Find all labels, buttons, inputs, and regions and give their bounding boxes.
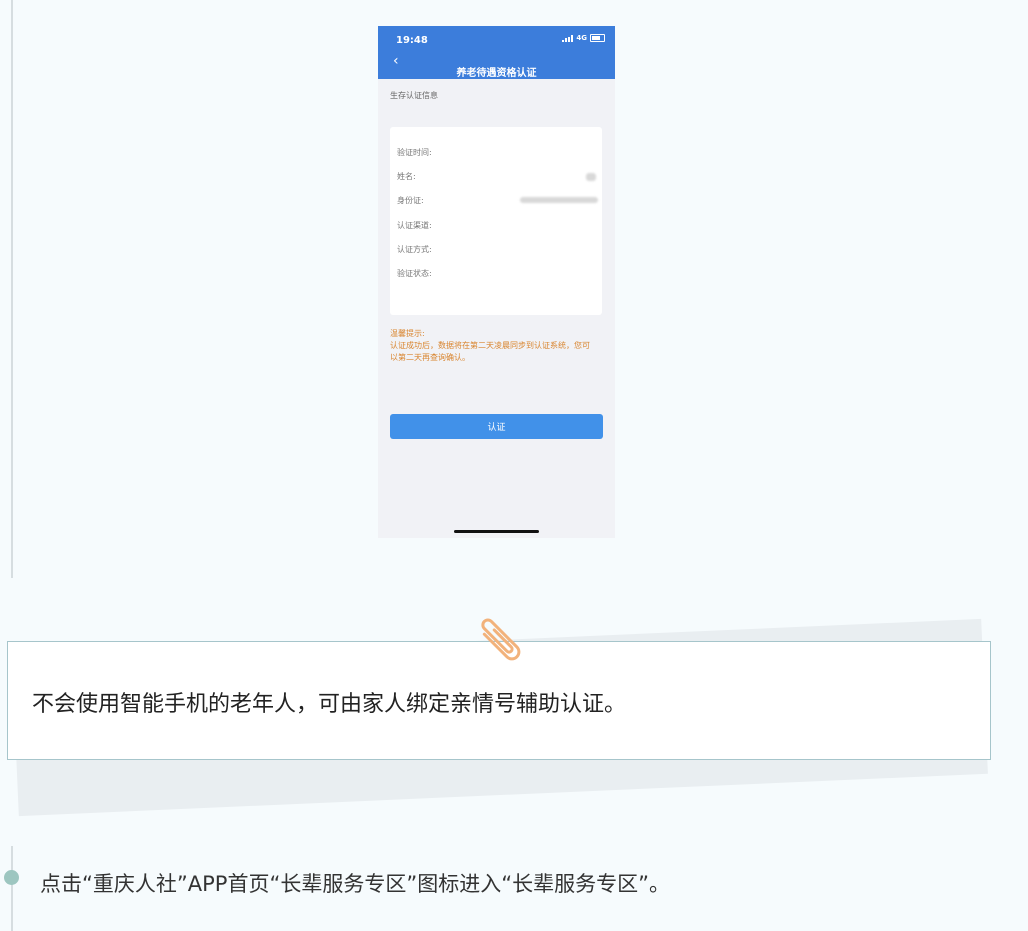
left-vertical-line — [11, 0, 13, 578]
tip-box-text: 不会使用智能手机的老年人，可由家人绑定亲情号辅助认证。 — [32, 692, 627, 717]
status-time: 19:48 — [396, 35, 428, 46]
home-indicator — [454, 530, 539, 533]
phone-screenshot: 19:48 4G ‹ 养老待遇资格认证 生存认证信息 验证时间: 姓名: 身份证… — [378, 26, 615, 538]
field-channel-label: 认证渠道: — [397, 221, 432, 230]
tip-line-1: 认证成功后，数据将在第二天凌晨同步到认证系统，您可 — [390, 341, 590, 350]
left-vertical-line-bottom — [11, 846, 13, 931]
page-title: 养老待遇资格认证 — [456, 68, 537, 79]
section-label: 生存认证信息 — [390, 91, 438, 100]
field-verify-time-label: 验证时间: — [397, 148, 432, 157]
battery-icon — [590, 34, 605, 42]
tip-title: 温馨提示: — [390, 329, 425, 338]
bullet-dot — [4, 870, 19, 885]
warm-tip: 温馨提示: 认证成功后，数据将在第二天凌晨同步到认证系统，您可 以第二天再查询确… — [390, 328, 606, 364]
paperclip-icon — [481, 618, 521, 661]
tip-line-2: 以第二天再查询确认。 — [390, 353, 470, 362]
network-label: 4G — [576, 34, 587, 42]
signal-icon — [562, 34, 574, 42]
verify-button[interactable]: 认证 — [390, 414, 603, 439]
info-card: 验证时间: 姓名: 身份证: 认证渠道: 认证方式: 验证状态: — [390, 127, 602, 315]
field-status-label: 验证状态: — [397, 269, 432, 278]
status-icons: 4G — [562, 34, 605, 42]
blurred-id-value — [520, 197, 598, 203]
field-name-label: 姓名: — [397, 172, 416, 181]
field-method-label: 认证方式: — [397, 245, 432, 254]
field-id-label: 身份证: — [397, 196, 424, 205]
app-header: 19:48 4G ‹ 养老待遇资格认证 — [378, 26, 615, 79]
step-text: 点击“重庆人社”APP首页“长辈服务专区”图标进入“长辈服务专区”。 — [40, 872, 670, 896]
blurred-name-value — [586, 173, 596, 181]
